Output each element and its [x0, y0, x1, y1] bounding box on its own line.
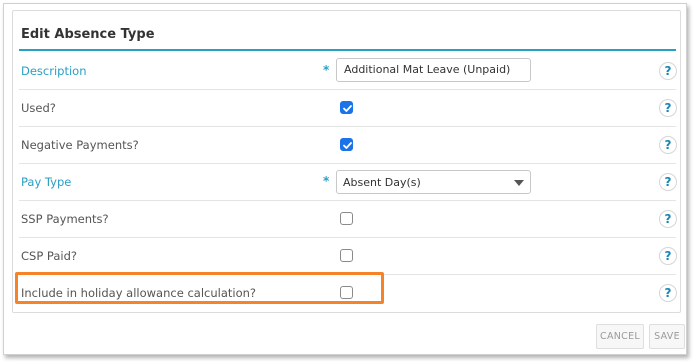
caret-down-icon: [514, 180, 524, 186]
row-negative-payments: Negative Payments? ?: [19, 127, 677, 164]
description-input[interactable]: Additional Mat Leave (Unpaid): [336, 58, 531, 82]
help-icon[interactable]: ?: [659, 62, 677, 80]
check-icon: [343, 142, 352, 149]
row-pay-type: Pay Type * Absent Day(s) ?: [19, 164, 677, 201]
csp-paid-checkbox[interactable]: [340, 249, 353, 262]
help-icon[interactable]: ?: [659, 210, 677, 228]
form-panel: Edit Absence Type Description * Addition…: [12, 10, 681, 313]
page-title: Edit Absence Type: [21, 27, 155, 42]
required-marker: *: [323, 174, 330, 188]
help-icon[interactable]: ?: [659, 173, 677, 191]
help-icon[interactable]: ?: [659, 136, 677, 154]
row-used: Used? ?: [19, 90, 677, 127]
pay-type-select[interactable]: Absent Day(s): [336, 170, 531, 194]
pay-type-value: Absent Day(s): [343, 176, 421, 189]
ssp-payments-label: SSP Payments?: [21, 212, 109, 226]
panel-header: Edit Absence Type: [19, 11, 676, 51]
cancel-button[interactable]: CANCEL: [596, 324, 644, 349]
csp-paid-label: CSP Paid?: [21, 249, 77, 263]
dialog-window: Edit Absence Type Description * Addition…: [3, 3, 687, 355]
ssp-payments-checkbox[interactable]: [340, 212, 353, 225]
negative-payments-checkbox[interactable]: [340, 138, 353, 151]
save-button[interactable]: SAVE: [649, 324, 685, 349]
pay-type-label: Pay Type: [21, 175, 72, 189]
help-icon[interactable]: ?: [659, 284, 677, 302]
highlight-box: [15, 272, 384, 304]
description-label: Description: [21, 64, 87, 78]
help-icon[interactable]: ?: [659, 247, 677, 265]
row-csp-paid: CSP Paid? ?: [19, 238, 677, 275]
help-icon[interactable]: ?: [659, 99, 677, 117]
negative-payments-label: Negative Payments?: [21, 138, 139, 152]
required-marker: *: [323, 63, 330, 77]
used-label: Used?: [21, 101, 56, 115]
used-checkbox[interactable]: [340, 101, 353, 114]
row-description: Description * Additional Mat Leave (Unpa…: [19, 53, 677, 90]
check-icon: [343, 105, 352, 112]
row-ssp-payments: SSP Payments? ?: [19, 201, 677, 238]
